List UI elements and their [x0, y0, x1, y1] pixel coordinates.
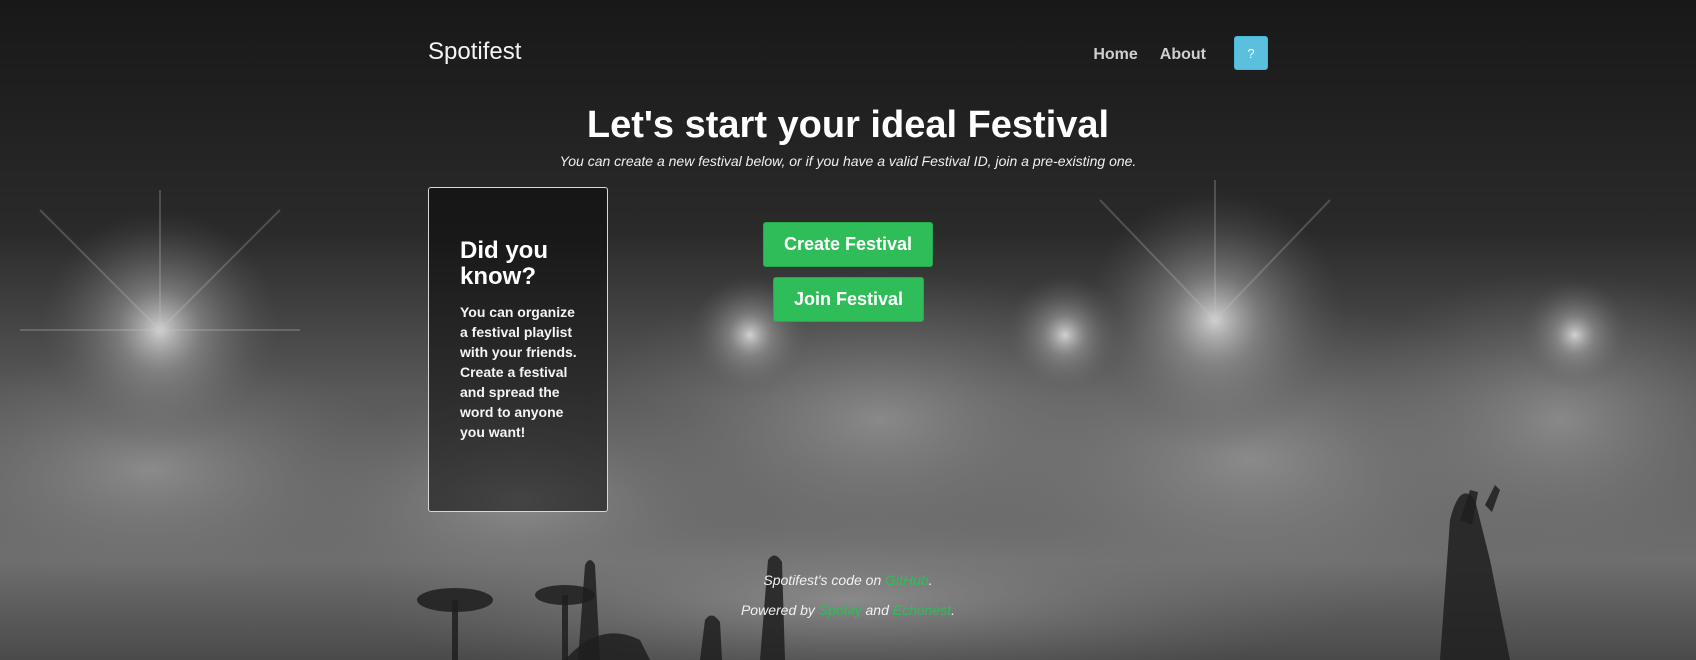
- footer-powered-prefix: Powered by: [740, 602, 819, 618]
- footer-code-prefix: Spotifest's code on: [763, 572, 886, 588]
- page-title: Let's start your ideal Festival: [586, 104, 1110, 146]
- create-festival-button[interactable]: Create Festival: [763, 222, 933, 267]
- brand-logo-link[interactable]: Spotifest: [428, 38, 521, 66]
- echonest-link[interactable]: Echonest: [893, 602, 951, 618]
- footer-and-text: and: [861, 602, 893, 618]
- help-question-icon: ?: [1247, 45, 1255, 61]
- page-subtitle: You can create a new festival below, or …: [559, 153, 1137, 169]
- footer-code-suffix: .: [928, 572, 933, 588]
- help-button[interactable]: ?: [1234, 36, 1268, 70]
- nav-link-about[interactable]: About: [1160, 46, 1206, 64]
- footer-code-line: Spotifest's code on GitHub.: [0, 572, 1696, 588]
- join-festival-button[interactable]: Join Festival: [773, 277, 924, 322]
- tip-title: Did you know?: [460, 237, 548, 290]
- nav-link-home[interactable]: Home: [1093, 46, 1137, 64]
- did-you-know-card: Did you know? You can organize a festiva…: [428, 187, 608, 512]
- nav-links: Home About ?: [1071, 36, 1268, 70]
- page: Spotifest Home About ? Let's start your …: [0, 0, 1696, 660]
- tip-body: You can organize a festival playlist wit…: [460, 304, 577, 440]
- concert-background-image: [0, 0, 1696, 660]
- github-link[interactable]: GitHub: [885, 572, 929, 588]
- spotify-link[interactable]: Spotify: [819, 602, 862, 618]
- footer-powered-suffix: .: [951, 602, 956, 618]
- navbar: Spotifest Home About ?: [428, 34, 1268, 74]
- footer-powered-line: Powered by Spotify and Echonest.: [0, 602, 1696, 618]
